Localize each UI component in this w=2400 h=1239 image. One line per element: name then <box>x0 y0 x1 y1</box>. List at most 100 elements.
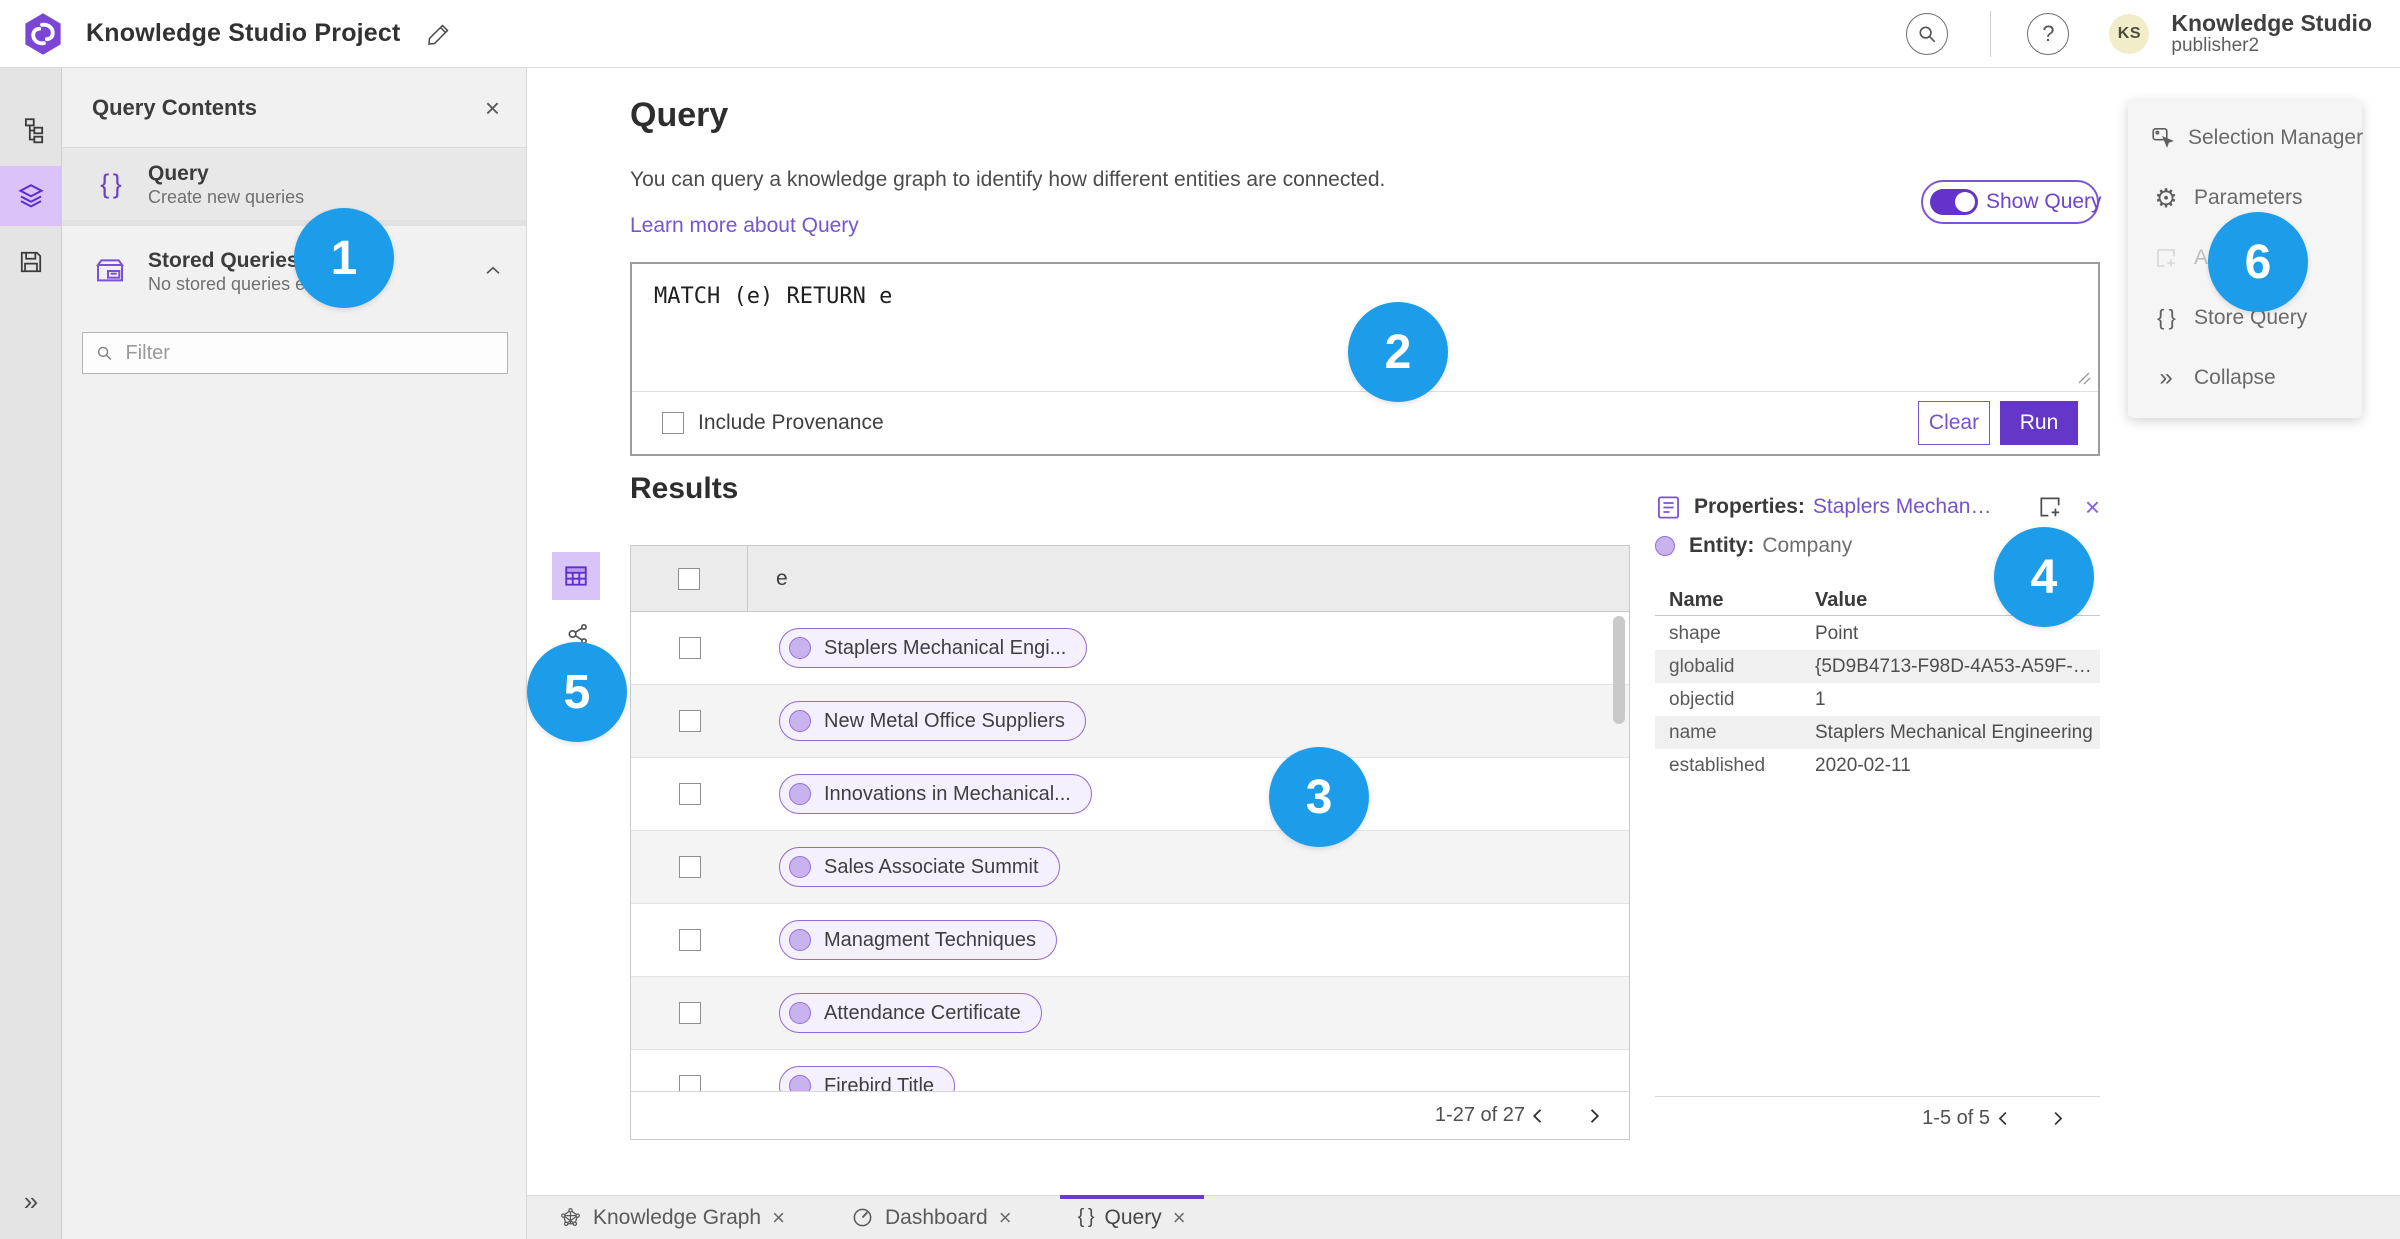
layers-button[interactable] <box>0 166 62 226</box>
row-checkbox[interactable] <box>678 783 701 805</box>
edit-title-icon[interactable] <box>427 22 451 46</box>
entity-row: Entity: Company <box>1655 534 1852 558</box>
entity-dot-icon <box>789 1002 811 1024</box>
stored-queries-filter <box>82 332 508 374</box>
entity-pill[interactable]: Innovations in Mechanical... <box>779 774 1092 814</box>
select-all-checkbox[interactable] <box>678 567 700 590</box>
topbar-divider <box>1990 10 1992 57</box>
close-tab-icon[interactable]: × <box>772 1206 785 1229</box>
tab-query[interactable]: { } Query × <box>1059 1195 1204 1239</box>
row-checkbox[interactable] <box>678 929 701 951</box>
column-header-e[interactable]: e <box>748 546 1629 611</box>
run-button[interactable]: Run <box>2000 401 2078 445</box>
entity-pill[interactable]: Firebird Title <box>779 1066 956 1091</box>
query-item-text: Query Create new queries <box>148 161 304 208</box>
expand-rail-button[interactable]: » <box>0 1186 62 1217</box>
row-checkbox[interactable] <box>678 710 701 732</box>
results-table-body: Staplers Mechanical Engi... New Metal Of… <box>631 612 1629 1091</box>
chevron-left-icon <box>1998 1111 2006 1126</box>
app-logo-icon[interactable] <box>20 11 66 57</box>
entity-pill[interactable]: Managment Techniques <box>779 920 1057 960</box>
property-name: objectid <box>1669 688 1735 710</box>
query-description: You can query a knowledge graph to ident… <box>630 168 1386 191</box>
query-contents-header: Query Contents × <box>62 68 526 148</box>
table-view-button[interactable] <box>552 552 600 600</box>
resize-handle-icon[interactable] <box>2076 370 2092 386</box>
project-title: Knowledge Studio Project <box>86 19 401 47</box>
entity-dot-icon <box>789 637 811 659</box>
show-query-toggle[interactable]: Show Query <box>1921 180 2102 224</box>
tab-label: Query <box>1104 1205 1162 1229</box>
braces-icon: { } <box>100 168 122 199</box>
callout-badge-2: 2 <box>1348 302 1448 402</box>
entity-pill[interactable]: Sales Associate Summit <box>779 847 1060 887</box>
app-root: Knowledge Studio Project ? KS Knowledge … <box>0 0 2400 1239</box>
search-button[interactable] <box>1906 12 1949 55</box>
property-value: Staplers Mechanical Engineering <box>1815 721 2093 743</box>
layers-icon <box>18 184 44 208</box>
row-checkbox[interactable] <box>678 1075 701 1091</box>
entity-pill-label: Sales Associate Summit <box>824 855 1039 878</box>
tab-bar: Knowledge Graph × Dashboard × { } Query … <box>527 1195 2400 1239</box>
tab-knowledge-graph[interactable]: Knowledge Graph × <box>541 1196 803 1239</box>
properties-doc-icon <box>1658 495 1679 519</box>
add-to-selection-icon[interactable] <box>2037 494 2063 520</box>
toggle-knob <box>1955 192 1975 212</box>
properties-previous-button[interactable] <box>1990 1106 2016 1132</box>
include-provenance-checkbox[interactable] <box>662 412 684 434</box>
filter-search-icon <box>97 346 112 361</box>
close-tab-icon[interactable]: × <box>1173 1206 1186 1229</box>
entity-dot-icon <box>789 1075 811 1091</box>
tab-dashboard[interactable]: Dashboard × <box>833 1196 1030 1239</box>
show-query-label: Show Query <box>1986 190 2102 213</box>
avatar[interactable]: KS <box>2109 13 2150 54</box>
data-model-button[interactable] <box>0 100 62 160</box>
save-button[interactable] <box>0 232 62 292</box>
entity-dot-icon <box>789 710 811 732</box>
entity-pill-label: Innovations in Mechanical... <box>824 782 1071 805</box>
sidebar-item-stored-queries[interactable]: Stored Queries No stored queries exist <box>62 232 526 310</box>
callout-badge-5: 5 <box>527 642 627 742</box>
entity-dot-icon <box>789 929 811 951</box>
properties-col-name: Name <box>1669 589 1724 611</box>
toggle-switch[interactable] <box>1930 189 1978 215</box>
sidebar-item-query[interactable]: { } Query Create new queries <box>62 148 526 226</box>
properties-entity-link[interactable]: Staplers Mechanic... <box>1813 495 1993 519</box>
results-pagination-text: 1-27 of 27 <box>1434 1104 1525 1126</box>
close-tab-icon[interactable]: × <box>999 1206 1012 1229</box>
help-button[interactable]: ? <box>2027 12 2070 55</box>
entity-type-value: Company <box>1762 534 1853 557</box>
learn-more-link[interactable]: Learn more about Query <box>630 214 859 238</box>
table-row: Sales Associate Summit <box>631 831 1629 904</box>
filter-input[interactable] <box>125 341 495 365</box>
menu-item-selection-manager[interactable]: Selection Manager <box>2128 108 2363 168</box>
row-checkbox[interactable] <box>678 637 701 659</box>
row-checkbox[interactable] <box>678 856 701 878</box>
callout-badge-6: 6 <box>2208 212 2308 312</box>
chevron-up-icon[interactable] <box>482 260 504 282</box>
data-model-icon <box>24 117 43 143</box>
row-checkbox[interactable] <box>678 1002 701 1024</box>
chevron-right-icon <box>2054 1111 2062 1126</box>
entity-pill[interactable]: New Metal Office Suppliers <box>779 701 1086 741</box>
results-table: e Staplers Mechanical Engi... New Metal … <box>630 545 1630 1140</box>
close-panel-icon[interactable]: × <box>485 95 500 121</box>
menu-item-collapse[interactable]: » Collapse <box>2128 348 2362 408</box>
add-icon <box>2150 246 2182 270</box>
previous-page-button[interactable] <box>1525 1103 1551 1129</box>
table-scrollbar-thumb[interactable] <box>1613 616 1625 724</box>
close-properties-icon[interactable]: × <box>2085 494 2100 520</box>
entity-pill[interactable]: Attendance Certificate <box>779 993 1042 1033</box>
properties-next-button[interactable] <box>2044 1106 2070 1132</box>
clear-button[interactable]: Clear <box>1918 401 1990 445</box>
properties-pagination: 1-5 of 5 <box>1655 1096 2100 1140</box>
braces-icon: { } <box>2157 305 2176 330</box>
user-role: publisher2 <box>2171 35 2260 56</box>
table-row: Firebird Title <box>631 1050 1629 1091</box>
next-page-button[interactable] <box>1581 1103 1607 1129</box>
properties-pagination-text: 1-5 of 5 <box>1922 1107 1990 1129</box>
entity-pill[interactable]: Staplers Mechanical Engi... <box>779 628 1088 668</box>
entity-dot-icon <box>789 856 811 878</box>
query-contents-title: Query Contents <box>92 94 258 120</box>
property-row: established 2020-02-11 <box>1655 749 2100 782</box>
